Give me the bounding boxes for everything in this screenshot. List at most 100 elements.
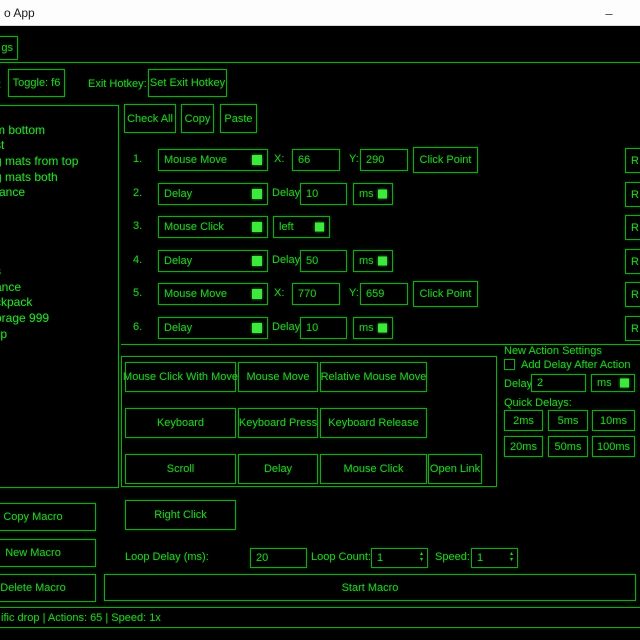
keyboard-press-button[interactable]: Keyboard Press [238,408,318,438]
action-index-label: 6. [133,321,142,333]
action-type-dropdown[interactable]: Delay [158,317,268,339]
dropdown-indicator-icon [252,189,262,199]
remove-action-button[interactable]: R [625,249,640,274]
macro-list-item[interactable]: g mats from top [0,154,118,170]
start-macro-button[interactable]: Start Macro [104,574,636,601]
macro-list-item[interactable] [0,201,118,217]
delete-macro-button[interactable]: Delete Macro [0,574,96,602]
keyboard-release-button[interactable]: Keyboard Release [320,408,427,438]
status-bar: ific drop | Actions: 65 | Speed: 1x [0,607,640,628]
unit-dropdown[interactable]: ms [353,317,393,339]
macro-list-item[interactable]: ckpack [0,295,118,311]
window-title: o App [4,6,35,20]
remove-action-button[interactable]: R [625,282,640,307]
logs-button[interactable]: gs [0,36,18,60]
x-label: X: [274,153,284,165]
macro-list-item[interactable]: rance [0,185,118,201]
y-label: Y: [349,287,359,299]
mouse-click-with-move-button[interactable]: Mouse Click With Move [125,362,236,392]
paste-button[interactable]: Paste [220,104,257,133]
loop-count-spinner[interactable]: 1 ▴▾ [371,548,428,568]
hotkey-label-fragment: : [0,77,1,91]
action-type-dropdown[interactable]: Delay [158,183,268,205]
quick-delay-button[interactable]: 2ms [504,410,543,431]
toggle-hotkey-button[interactable]: Toggle: f6 [8,69,65,97]
action-type-dropdown[interactable]: Mouse Move [158,149,268,171]
action-index-label: 5. [133,287,142,299]
macro-list-item[interactable]: m bottom [0,123,118,139]
mouse-move-button[interactable]: Mouse Move [238,362,318,392]
settings-unit-dropdown[interactable]: ms [591,374,635,392]
keyboard-button[interactable]: Keyboard [125,408,236,438]
quick-delay-button[interactable]: 100ms [592,436,635,457]
open-link-button[interactable]: Open Link [428,454,482,484]
unit-dropdown[interactable]: ms [353,183,393,205]
dropdown-indicator-icon [252,155,262,165]
quick-delay-button[interactable]: 5ms [548,410,588,431]
quick-delay-button[interactable]: 10ms [592,410,635,431]
x-label: X: [274,287,284,299]
new-action-settings-title: New Action Settings [504,345,602,357]
right-click-button[interactable]: Right Click [125,500,236,530]
minimize-button[interactable]: – [592,2,626,24]
click-point-button[interactable]: Click Point [413,281,478,307]
set-exit-hotkey-button[interactable]: Set Exit Hotkey [148,69,227,97]
remove-action-button[interactable]: R [625,182,640,207]
remove-action-button[interactable]: R [625,316,640,341]
panel-top-divider [0,62,640,63]
check-all-button[interactable]: Check All [124,104,176,133]
delay-button[interactable]: Delay [238,454,318,484]
dropdown-indicator-icon [252,323,262,333]
add-delay-checkbox[interactable] [504,359,515,370]
y-input[interactable]: 290 [360,149,408,171]
title-bar: o App – [0,0,640,26]
loop-count-label: Loop Count: [311,551,371,563]
delay-input[interactable]: 10 [300,183,347,205]
delay-input[interactable]: 10 [300,317,347,339]
spinner-down-icon[interactable]: ▾ [420,558,423,564]
macro-list-item[interactable]: orage 999 [0,311,118,327]
add-delay-checkbox-label: Add Delay After Action [521,359,630,371]
y-label: Y: [349,153,359,165]
macro-list-item[interactable]: g mats both [0,170,118,186]
relative-mouse-move-button[interactable]: Relative Mouse Move [320,362,427,392]
new-macro-button[interactable]: New Macro [0,539,96,567]
action-type-dropdown[interactable]: Delay [158,250,268,272]
action-type-dropdown[interactable]: Mouse Click [158,216,268,238]
macro-list-item[interactable]: s [0,264,118,280]
delay-label: Delay [272,254,300,266]
dropdown-indicator-icon [378,324,387,333]
action-type-dropdown[interactable]: Mouse Move [158,283,268,305]
dropdown-indicator-icon [378,190,387,199]
remove-action-button[interactable]: R [625,148,640,173]
dropdown-indicator-icon [378,257,387,266]
y-input[interactable]: 659 [360,283,408,305]
x-input[interactable]: 770 [292,283,340,305]
copy-macro-button[interactable]: Copy Macro [0,503,96,531]
dropdown-indicator-icon [252,256,262,266]
macro-list-item[interactable]: ance [0,280,118,296]
loop-delay-input[interactable]: 20 [250,548,307,568]
quick-delay-button[interactable]: 50ms [548,436,588,457]
action-index-label: 2. [133,187,142,199]
quick-delay-button[interactable]: 20ms [504,436,543,457]
macro-list-item[interactable] [0,107,118,123]
click-point-button[interactable]: Click Point [413,147,478,173]
macro-list-item[interactable] [0,233,118,249]
macro-list-item[interactable] [0,217,118,233]
macro-list-item[interactable]: st [0,138,118,154]
macro-list-item[interactable] [0,248,118,264]
unit-dropdown[interactable]: ms [353,250,393,272]
speed-spinner[interactable]: 1 ▴▾ [471,548,518,568]
settings-delay-input[interactable]: 2 [531,374,586,392]
copy-button[interactable]: Copy [181,104,214,133]
spinner-down-icon[interactable]: ▾ [510,558,513,564]
scroll-button[interactable]: Scroll [125,454,236,484]
x-input[interactable]: 66 [292,149,340,171]
remove-action-button[interactable]: R [625,215,640,240]
macro-list[interactable]: m bottom st g mats from top g mats both … [0,105,119,488]
mouse-click-button[interactable]: Mouse Click [320,454,427,484]
macro-list-item[interactable]: lip [0,327,118,343]
delay-input[interactable]: 50 [300,250,347,272]
mouse-button-dropdown[interactable]: left [273,216,330,238]
